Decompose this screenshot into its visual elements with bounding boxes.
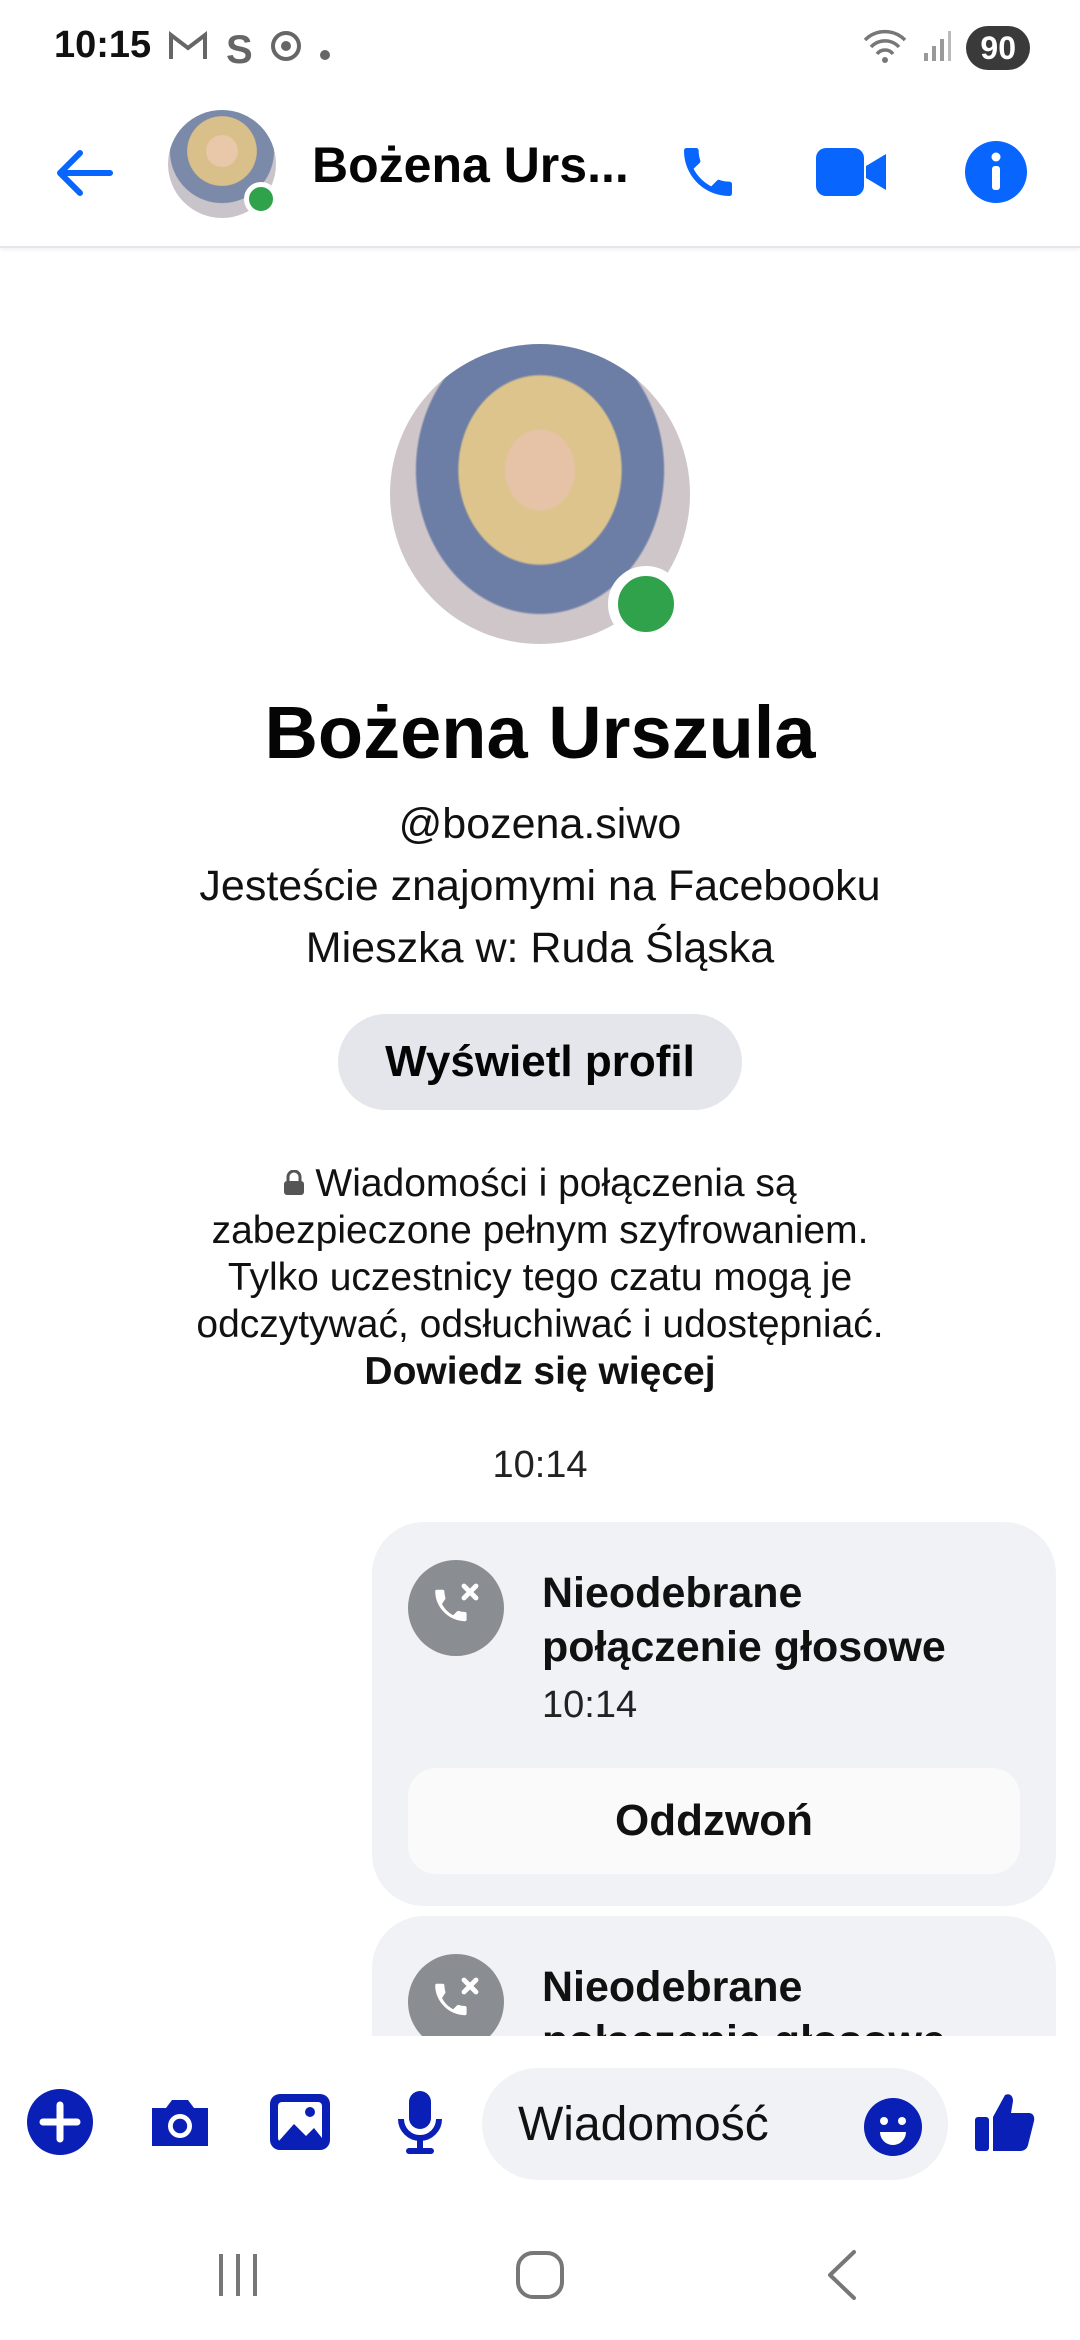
recents-icon: [219, 2254, 257, 2296]
phone-icon: [684, 148, 732, 196]
profile-name: Bożena Urszula: [264, 691, 816, 774]
missed-call-message: Nieodebrane połączenie głosowe 10:14 Odd…: [372, 1522, 1056, 1906]
back-button[interactable]: [50, 138, 120, 208]
system-back-button[interactable]: [802, 2240, 882, 2310]
message-input-field[interactable]: [482, 2068, 948, 2180]
contact-name[interactable]: Bożena Urs...: [312, 136, 632, 194]
message-input[interactable]: [518, 2090, 838, 2158]
recents-button[interactable]: [198, 2240, 278, 2310]
plus-icon: [27, 2089, 93, 2155]
missed-call-time: 10:14: [542, 1684, 638, 1726]
emoji-button[interactable]: [862, 2096, 924, 2158]
info-button[interactable]: [956, 132, 1036, 212]
profile-location: Mieszka w: Ruda Śląska: [305, 924, 775, 972]
info-icon: [965, 141, 1027, 203]
voice-call-button[interactable]: [668, 132, 748, 212]
profile-relationship: Jesteście znajomymi na Facebooku: [199, 862, 881, 910]
call-back-button[interactable]: Oddzwoń: [408, 1768, 1020, 1874]
chat-header: Bożena Urs...: [0, 100, 1080, 248]
conversation-timestamp: 10:14: [492, 1444, 588, 1486]
message-composer: [0, 2036, 1080, 2200]
profile-online-indicator: [608, 566, 684, 642]
lock-icon: [284, 1169, 305, 1195]
chrome-icon: [270, 30, 301, 70]
encryption-notice: Wiadomości i połączenia są zabezpieczone…: [180, 1160, 900, 1395]
signal-icon: [922, 29, 952, 68]
video-camera-icon: [816, 148, 886, 196]
arrow-left-icon: [57, 150, 113, 196]
learn-more-link[interactable]: Dowiedz się więcej: [364, 1350, 715, 1393]
voice-message-button[interactable]: [382, 2084, 458, 2160]
more-actions-button[interactable]: [22, 2084, 98, 2160]
system-nav-bar: [0, 2200, 1080, 2340]
wifi-icon: [862, 28, 908, 69]
video-call-button[interactable]: [812, 132, 892, 212]
status-right: 90: [862, 26, 1030, 70]
microphone-icon: [398, 2091, 442, 2154]
status-bar: 10:15 S 90: [0, 0, 1080, 100]
view-profile-button[interactable]: Wyświetl profil: [338, 1014, 742, 1110]
camera-button[interactable]: [142, 2084, 218, 2160]
gallery-icon: [270, 2094, 330, 2150]
missed-call-title: Nieodebrane połączenie głosowe: [542, 1569, 946, 1671]
notification-icons: S: [168, 30, 331, 70]
message-list-clip: Nieodebrane połączenie głosowe: [0, 1912, 1080, 2036]
online-indicator: [244, 182, 278, 216]
home-icon: [516, 2251, 564, 2299]
missed-call-icon: [408, 1560, 504, 1656]
back-icon: [828, 2250, 856, 2300]
gmail-icon: [168, 30, 208, 70]
missed-call-icon: [408, 1954, 504, 2036]
battery-indicator: 90: [966, 26, 1030, 70]
profile-username: @bozena.siwo: [398, 800, 682, 848]
home-button[interactable]: [500, 2240, 580, 2310]
status-time: 10:15: [54, 24, 152, 66]
like-button[interactable]: [968, 2084, 1044, 2160]
gallery-button[interactable]: [262, 2084, 338, 2160]
dot-icon: [319, 30, 331, 70]
s-app-icon: S: [226, 28, 253, 72]
camera-icon: [152, 2100, 208, 2146]
emoji-icon: [864, 2098, 922, 2156]
thumbs-up-icon: [975, 2094, 1035, 2151]
missed-call-title: Nieodebrane połączenie głosowe: [542, 1963, 946, 2036]
missed-call-message: Nieodebrane połączenie głosowe: [372, 1916, 1056, 2036]
